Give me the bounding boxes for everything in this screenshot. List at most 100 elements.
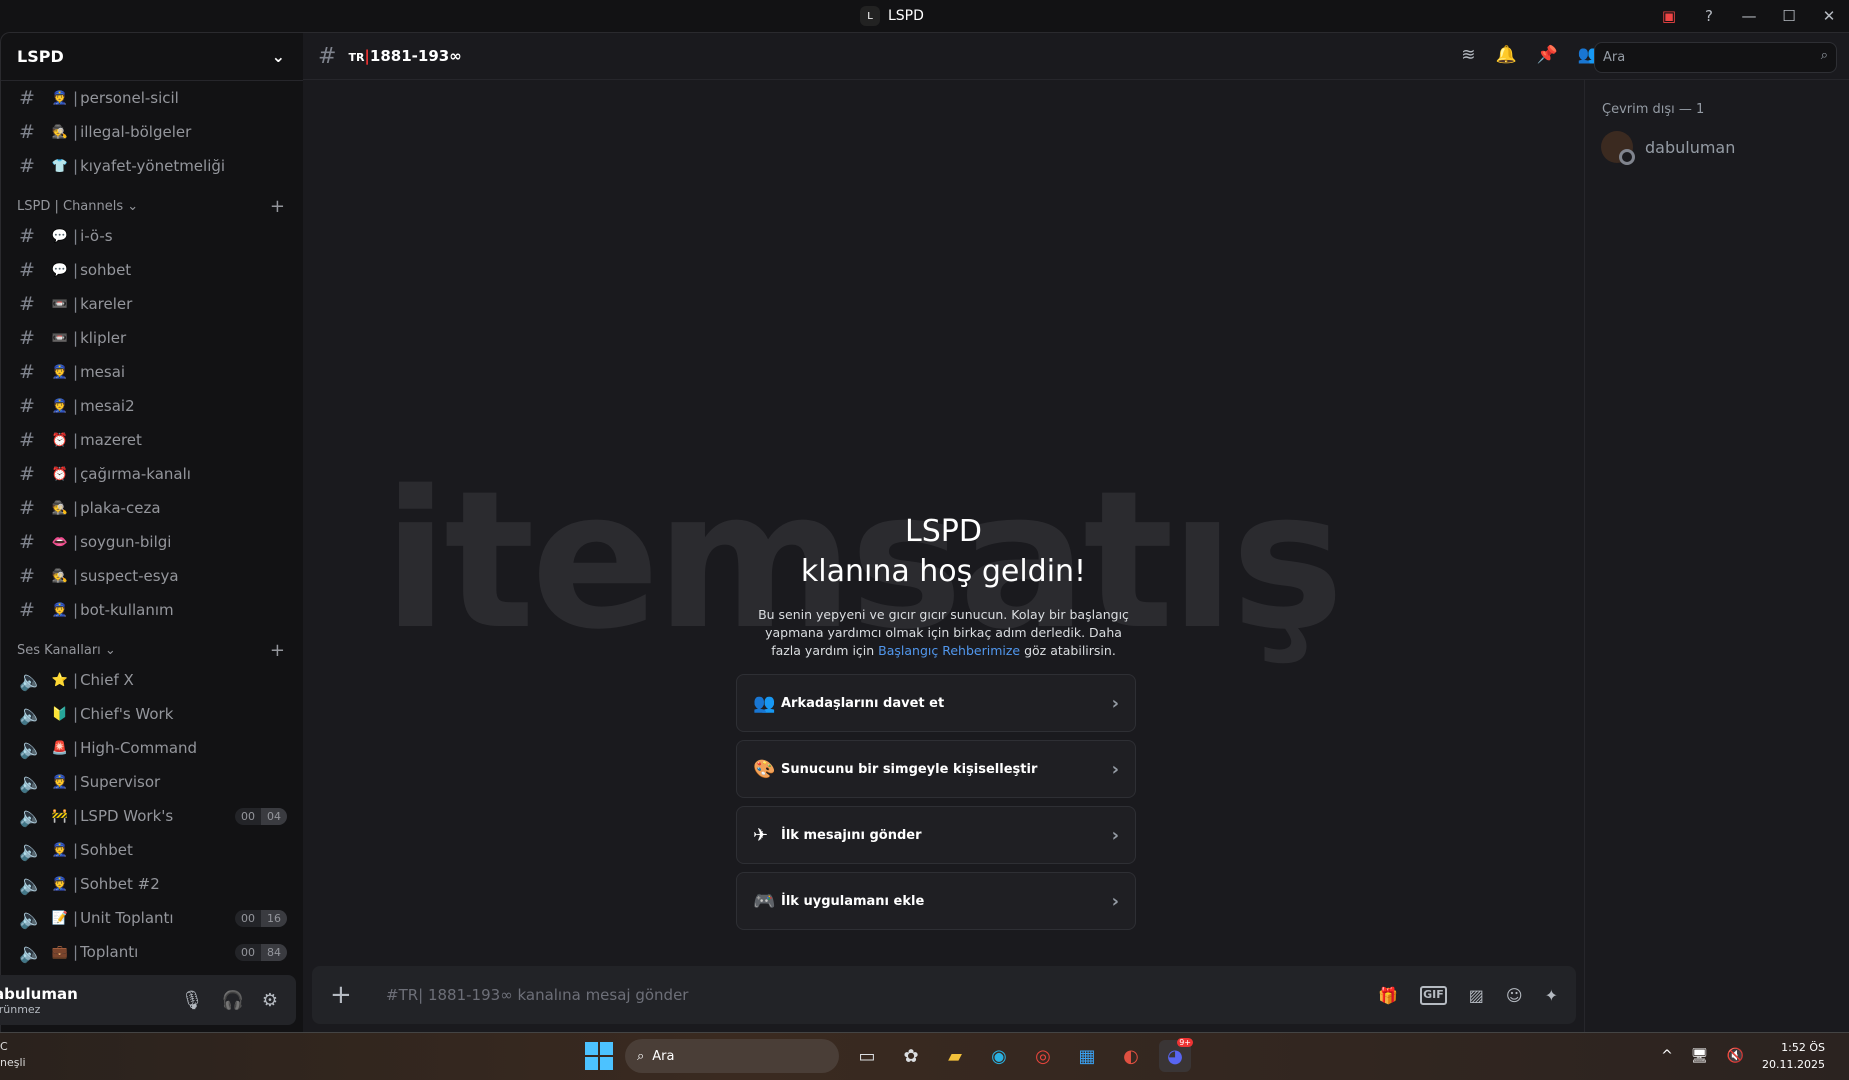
guide-link[interactable]: Başlangıç Rehberimize	[878, 643, 1020, 658]
channel-item[interactable]: # 🕵 | illegal-bölgeler	[1, 115, 303, 149]
channel-item[interactable]: # 🕵 | plaka-ceza	[1, 491, 303, 525]
channel-emoji: 👮	[51, 90, 69, 106]
chrome-icon[interactable]: ◎	[1027, 1040, 1059, 1072]
hash-icon: #	[318, 43, 337, 69]
channel-item[interactable]: 🔈 💼 | Toplantı 00 84	[1, 935, 303, 969]
network-icon[interactable]: 🖥	[1691, 1048, 1709, 1064]
channel-item[interactable]: # 🕵 | suspect-esya	[1, 559, 303, 593]
card-label: İlk mesajını gönder	[781, 827, 922, 843]
weather-widget[interactable]: Cneşli	[0, 1039, 26, 1071]
channel-item[interactable]: # 💬 | sohbet	[1, 253, 303, 287]
emoji-icon[interactable]: ☺	[1506, 986, 1523, 1005]
message-input[interactable]: #TR| 1881-193∞ kanalına mesaj gönder	[386, 986, 688, 1004]
add-channel-button[interactable]: +	[270, 196, 285, 217]
channel-item[interactable]: # 👮 | mesai2	[1, 389, 303, 423]
inbox-icon[interactable]: ▣	[1649, 7, 1689, 25]
microphone-icon[interactable]: 🎙	[181, 990, 204, 1011]
channel-item[interactable]: 🔈 🚨 | High-Command	[1, 731, 303, 765]
channel-item[interactable]: # 👕 | kıyafet-yönetmeliği	[1, 149, 303, 183]
taskbar-search[interactable]: ⌕ Ara	[625, 1039, 839, 1073]
channel-item[interactable]: 🔈 🚧 | LSPD Work's 00 04	[1, 799, 303, 833]
member-item[interactable]: dabuluman	[1601, 131, 1849, 165]
onboarding-cards: 👥 Arkadaşlarını davet et › 🎨 Sunucunu bir si…	[736, 674, 1136, 938]
channel-item[interactable]: # 📼 | klipler	[1, 321, 303, 355]
sticker-icon[interactable]: ▨	[1469, 986, 1484, 1005]
attach-plus-button[interactable]: +	[330, 980, 370, 1010]
separator: |	[73, 431, 79, 449]
separator: |	[73, 739, 79, 757]
channel-item[interactable]: 🔈 👮 | Sohbet #2	[1, 867, 303, 901]
channel-item[interactable]: 🔈 👮 | Supervisor	[1, 765, 303, 799]
onboarding-card[interactable]: 🎨 Sunucunu bir simgeyle kişiselleştir ›	[736, 740, 1136, 798]
clock[interactable]: 1:52 ÖS 20.11.2025	[1762, 1039, 1825, 1073]
category-header[interactable]: LSPD | Channels ⌄ +	[1, 183, 303, 219]
onboarding-card[interactable]: ✈ İlk mesajını gönder ›	[736, 806, 1136, 864]
maximize-button[interactable]: ☐	[1769, 7, 1809, 25]
member-group-header: Çevrim dışı — 1	[1602, 102, 1705, 117]
chevron-right-icon: ›	[1111, 824, 1119, 846]
card-label: Arkadaşlarını davet et	[781, 695, 945, 711]
pin-icon[interactable]: 📌	[1537, 45, 1558, 65]
server-header[interactable]: LSPD ⌄	[1, 33, 303, 81]
channel-item[interactable]: # 👄 | soygun-bilgi	[1, 525, 303, 559]
channel-item[interactable]: 🔈 ⭐ | Chief X	[1, 663, 303, 697]
gear-icon[interactable]: ⚙	[262, 990, 278, 1011]
channel-item[interactable]: 🔈 📝 | Unit Toplantı 00 16	[1, 901, 303, 935]
task-view-icon[interactable]: ▭	[851, 1040, 883, 1072]
store-icon[interactable]: ▦	[1071, 1040, 1103, 1072]
channel-item[interactable]: 🔈 🔰 | Chief's Work	[1, 697, 303, 731]
help-icon[interactable]: ?	[1689, 7, 1729, 25]
channel-emoji: 👮	[51, 876, 69, 892]
bell-icon[interactable]: 🔔	[1495, 45, 1516, 65]
add-channel-button[interactable]: +	[270, 640, 285, 661]
channel-title: TR|1881-193∞	[348, 47, 462, 65]
chevron-up-icon[interactable]: ^	[1661, 1048, 1673, 1064]
channel-list: # 👮 | personel-sicil # 🕵 | illegal-bölgeler # 👕 | k…	[1, 81, 303, 969]
hash-icon: #	[19, 259, 35, 281]
onboarding-card[interactable]: 🎮 İlk uygulamanı ekle ›	[736, 872, 1136, 930]
onboarding-card[interactable]: 👥 Arkadaşlarını davet et ›	[736, 674, 1136, 732]
channel-item[interactable]: # 📼 | kareler	[1, 287, 303, 321]
channel-item[interactable]: # 👮 | personel-sicil	[1, 81, 303, 115]
discord-icon[interactable]: ◕ 9+	[1159, 1038, 1193, 1072]
close-button[interactable]: ✕	[1809, 7, 1849, 25]
channel-item[interactable]: 🔈 👮 | Sohbet	[1, 833, 303, 867]
hash-icon: #	[19, 395, 35, 417]
category-header[interactable]: Ses Kanalları ⌄ +	[1, 627, 303, 663]
separator: |	[73, 705, 79, 723]
channel-item[interactable]: # 👮 | mesai	[1, 355, 303, 389]
edge-icon[interactable]: ◉	[983, 1040, 1015, 1072]
file-explorer-icon[interactable]: ▰	[939, 1040, 971, 1072]
hash-icon: #	[19, 599, 35, 621]
channel-emoji: 👮	[51, 364, 69, 380]
channel-item[interactable]: # ⏰ | çağırma-kanalı	[1, 457, 303, 491]
headphones-icon[interactable]: 🎧	[221, 990, 243, 1011]
channel-item[interactable]: # 💬 | i-ö-s	[1, 219, 303, 253]
separator: |	[73, 875, 79, 893]
threads-icon[interactable]: ≋	[1461, 45, 1475, 65]
channel-item[interactable]: # 👮 | bot-kullanım	[1, 593, 303, 627]
channel-name: soygun-bilgi	[80, 533, 172, 551]
copilot-icon[interactable]: ✿	[895, 1040, 927, 1072]
hash-icon: #	[19, 565, 35, 587]
apps-icon[interactable]: ✦	[1545, 986, 1558, 1005]
minimize-button[interactable]: —	[1729, 7, 1769, 25]
username[interactable]: abuluman	[0, 985, 78, 1003]
search-icon: ⌕	[637, 1048, 645, 1064]
channel-name: bot-kullanım	[80, 601, 174, 619]
windows-start-icon[interactable]	[585, 1042, 613, 1070]
message-composer[interactable]: + #TR| 1881-193∞ kanalına mesaj gönder 🎁…	[312, 966, 1576, 1024]
channel-item[interactable]: # ⏰ | mazeret	[1, 423, 303, 457]
member-name: dabuluman	[1645, 137, 1736, 157]
user-count-badge: 00 16	[235, 909, 287, 927]
channel-name: kıyafet-yönetmeliği	[80, 157, 226, 175]
app-icon[interactable]: ◐	[1115, 1040, 1147, 1072]
user-count-badge: 00 04	[235, 807, 287, 825]
gif-icon[interactable]: GIF	[1420, 985, 1447, 1005]
volume-muted-icon[interactable]: 🔇	[1727, 1048, 1744, 1064]
hash-icon: #	[19, 429, 35, 451]
search-input[interactable]: Ara ⌕	[1594, 42, 1837, 73]
gift-icon[interactable]: 🎁	[1378, 986, 1398, 1005]
channel-emoji: 👮	[51, 842, 69, 858]
separator: |	[73, 909, 79, 927]
